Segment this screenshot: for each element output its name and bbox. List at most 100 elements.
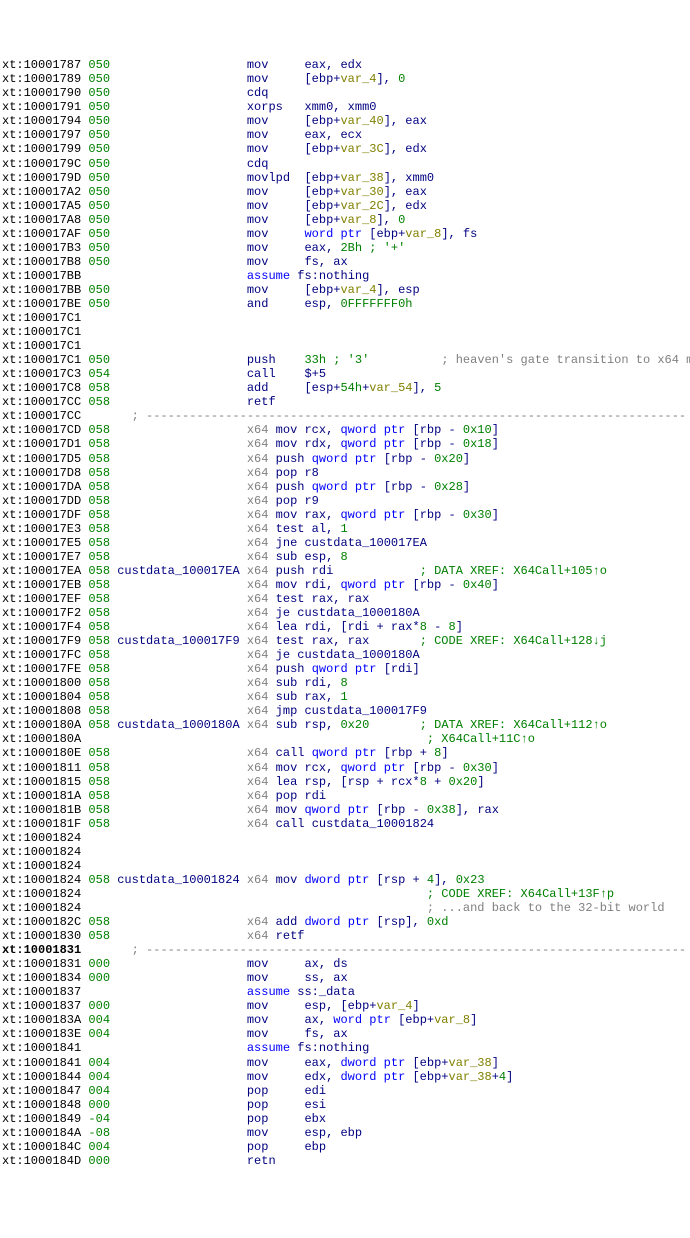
asm-line[interactable]: xt:10001794 050 mov [ebp+var_40], eax: [2, 114, 690, 128]
instruction-text: x64 test rax, rax: [110, 592, 369, 606]
asm-line[interactable]: xt:10001797 050 mov eax, ecx: [2, 128, 690, 142]
address: xt:10001815: [2, 775, 81, 789]
asm-line[interactable]: xt:10001824: [2, 859, 690, 873]
asm-line[interactable]: xt:1000182C 058 x64 add dword ptr [rsp],…: [2, 915, 690, 929]
asm-line[interactable]: xt:10001837 assume ss:_data: [2, 985, 690, 999]
asm-line[interactable]: xt:1000184D 000 retn: [2, 1154, 690, 1168]
stack-offset: 058: [88, 522, 110, 536]
stack-offset: 050: [88, 128, 110, 142]
asm-line[interactable]: xt:1000179D 050 movlpd [ebp+var_38], xmm…: [2, 171, 690, 185]
asm-line[interactable]: xt:10001830 058 x64 retf: [2, 929, 690, 943]
stack-offset: 058: [88, 915, 110, 929]
asm-line[interactable]: xt:10001791 050 xorps xmm0, xmm0: [2, 100, 690, 114]
asm-line[interactable]: xt:10001837 000 mov esp, [ebp+var_4]: [2, 999, 690, 1013]
asm-line[interactable]: xt:10001844 004 mov edx, dword ptr [ebp+…: [2, 1070, 690, 1084]
asm-line[interactable]: xt:100017F9 058 custdata_100017F9 x64 te…: [2, 634, 690, 648]
asm-line[interactable]: xt:10001824: [2, 831, 690, 845]
asm-line[interactable]: xt:100017CD 058 x64 mov rcx, qword ptr […: [2, 423, 690, 437]
asm-line[interactable]: xt:10001831 ; --------------------------…: [2, 943, 690, 957]
asm-line[interactable]: xt:10001799 050 mov [ebp+var_3C], edx: [2, 142, 690, 156]
asm-line[interactable]: xt:100017B3 050 mov eax, 2Bh ; '+': [2, 241, 690, 255]
asm-line[interactable]: xt:100017E5 058 x64 jne custdata_100017E…: [2, 536, 690, 550]
instruction-text: retf: [110, 395, 276, 409]
asm-line[interactable]: xt:1000181A 058 x64 pop rdi: [2, 789, 690, 803]
asm-line[interactable]: xt:100017C1 050 push 33h ; '3' ; heaven'…: [2, 353, 690, 367]
asm-line[interactable]: xt:100017EB 058 x64 mov rdi, qword ptr […: [2, 578, 690, 592]
asm-line[interactable]: xt:100017BE 050 and esp, 0FFFFFFF0h: [2, 297, 690, 311]
address: xt:100017C1: [2, 311, 81, 325]
asm-line[interactable]: xt:1000180A 058 custdata_1000180A x64 su…: [2, 718, 690, 732]
address: xt:1000180A: [2, 732, 81, 746]
stack-offset: 050: [88, 58, 110, 72]
stack-offset: 050: [88, 100, 110, 114]
asm-line[interactable]: xt:100017DF 058 x64 mov rax, qword ptr […: [2, 508, 690, 522]
asm-line[interactable]: xt:100017C1: [2, 311, 690, 325]
asm-line[interactable]: xt:100017BB assume fs:nothing: [2, 269, 690, 283]
asm-line[interactable]: xt:1000184A -08 mov esp, ebp: [2, 1126, 690, 1140]
asm-line[interactable]: xt:100017C3 054 call $+5: [2, 367, 690, 381]
asm-line[interactable]: xt:100017BB 050 mov [ebp+var_4], esp: [2, 283, 690, 297]
asm-line[interactable]: xt:1000180E 058 x64 call qword ptr [rbp …: [2, 746, 690, 760]
asm-line[interactable]: xt:1000181F 058 x64 call custdata_100018…: [2, 817, 690, 831]
asm-line[interactable]: xt:100017A8 050 mov [ebp+var_8], 0: [2, 213, 690, 227]
asm-line[interactable]: xt:100017CC ; --------------------------…: [2, 409, 690, 423]
asm-line[interactable]: xt:100017DD 058 x64 pop r9: [2, 494, 690, 508]
asm-line[interactable]: xt:10001848 000 pop esi: [2, 1098, 690, 1112]
asm-line[interactable]: xt:100017D5 058 x64 push qword ptr [rbp …: [2, 452, 690, 466]
asm-line[interactable]: xt:1000180A ; X64Call+11C↑o: [2, 732, 690, 746]
asm-line[interactable]: xt:10001834 000 mov ss, ax: [2, 971, 690, 985]
asm-line[interactable]: xt:10001824 ; ...and back to the 32-bit …: [2, 901, 690, 915]
asm-line[interactable]: xt:10001800 058 x64 sub rdi, 8: [2, 676, 690, 690]
address: xt:100017C1: [2, 339, 81, 353]
asm-line[interactable]: xt:100017AF 050 mov word ptr [ebp+var_8]…: [2, 227, 690, 241]
asm-line[interactable]: xt:10001787 050 mov eax, edx: [2, 58, 690, 72]
asm-line[interactable]: xt:100017FC 058 x64 je custdata_1000180A: [2, 648, 690, 662]
asm-line[interactable]: xt:100017E7 058 x64 sub esp, 8: [2, 550, 690, 564]
asm-line[interactable]: xt:10001849 -04 pop ebx: [2, 1112, 690, 1126]
asm-line[interactable]: xt:100017B8 050 mov fs, ax: [2, 255, 690, 269]
asm-line[interactable]: xt:100017CC 058 retf: [2, 395, 690, 409]
asm-line[interactable]: xt:10001824 058 custdata_10001824 x64 mo…: [2, 873, 690, 887]
asm-line[interactable]: xt:100017D1 058 x64 mov rdx, qword ptr […: [2, 437, 690, 451]
asm-line[interactable]: xt:10001824 ; CODE XREF: X64Call+13F↑p: [2, 887, 690, 901]
address: xt:10001841: [2, 1056, 81, 1070]
instruction-text: mov [ebp+var_30], eax: [110, 185, 427, 199]
asm-line[interactable]: xt:10001841 assume fs:nothing: [2, 1041, 690, 1055]
asm-line[interactable]: xt:100017EA 058 custdata_100017EA x64 pu…: [2, 564, 690, 578]
asm-line[interactable]: xt:1000181B 058 x64 mov qword ptr [rbp -…: [2, 803, 690, 817]
asm-line[interactable]: xt:10001831 000 mov ax, ds: [2, 957, 690, 971]
asm-line[interactable]: xt:100017C1: [2, 325, 690, 339]
instruction-text: add [esp+54h+var_54], 5: [110, 381, 441, 395]
asm-line[interactable]: xt:100017E3 058 x64 test al, 1: [2, 522, 690, 536]
asm-line[interactable]: xt:10001824: [2, 845, 690, 859]
asm-line[interactable]: xt:100017C1: [2, 339, 690, 353]
asm-line[interactable]: xt:10001811 058 x64 mov rcx, qword ptr […: [2, 761, 690, 775]
asm-line[interactable]: xt:100017A2 050 mov [ebp+var_30], eax: [2, 185, 690, 199]
asm-line[interactable]: xt:10001789 050 mov [ebp+var_4], 0: [2, 72, 690, 86]
asm-line[interactable]: xt:100017D8 058 x64 pop r8: [2, 466, 690, 480]
instruction-text: x64 lea rsp, [rsp + rcx*8 + 0x20]: [110, 775, 485, 789]
asm-line[interactable]: xt:10001815 058 x64 lea rsp, [rsp + rcx*…: [2, 775, 690, 789]
asm-line[interactable]: xt:10001808 058 x64 jmp custdata_100017F…: [2, 704, 690, 718]
stack-offset: -04: [88, 1112, 110, 1126]
asm-line[interactable]: xt:1000179C 050 cdq: [2, 157, 690, 171]
asm-line[interactable]: xt:1000183A 004 mov ax, word ptr [ebp+va…: [2, 1013, 690, 1027]
stack-offset: 058: [88, 718, 110, 732]
asm-line[interactable]: xt:100017C8 058 add [esp+54h+var_54], 5: [2, 381, 690, 395]
asm-line[interactable]: xt:100017FE 058 x64 push qword ptr [rdi]: [2, 662, 690, 676]
asm-line[interactable]: xt:100017F2 058 x64 je custdata_1000180A: [2, 606, 690, 620]
asm-line[interactable]: xt:1000183E 004 mov fs, ax: [2, 1027, 690, 1041]
asm-line[interactable]: xt:10001790 050 cdq: [2, 86, 690, 100]
asm-line[interactable]: xt:100017A5 050 mov [ebp+var_2C], edx: [2, 199, 690, 213]
asm-line[interactable]: xt:10001804 058 x64 sub rax, 1: [2, 690, 690, 704]
instruction-text: retn: [110, 1154, 276, 1168]
asm-line[interactable]: xt:1000184C 004 pop ebp: [2, 1140, 690, 1154]
asm-line[interactable]: xt:10001847 004 pop edi: [2, 1084, 690, 1098]
asm-line[interactable]: xt:100017EF 058 x64 test rax, rax: [2, 592, 690, 606]
address: xt:10001808: [2, 704, 81, 718]
address: xt:1000181B: [2, 803, 81, 817]
asm-line[interactable]: xt:100017F4 058 x64 lea rdi, [rdi + rax*…: [2, 620, 690, 634]
asm-line[interactable]: xt:100017DA 058 x64 push qword ptr [rbp …: [2, 480, 690, 494]
address: xt:10001824: [2, 887, 81, 901]
asm-line[interactable]: xt:10001841 004 mov eax, dword ptr [ebp+…: [2, 1056, 690, 1070]
